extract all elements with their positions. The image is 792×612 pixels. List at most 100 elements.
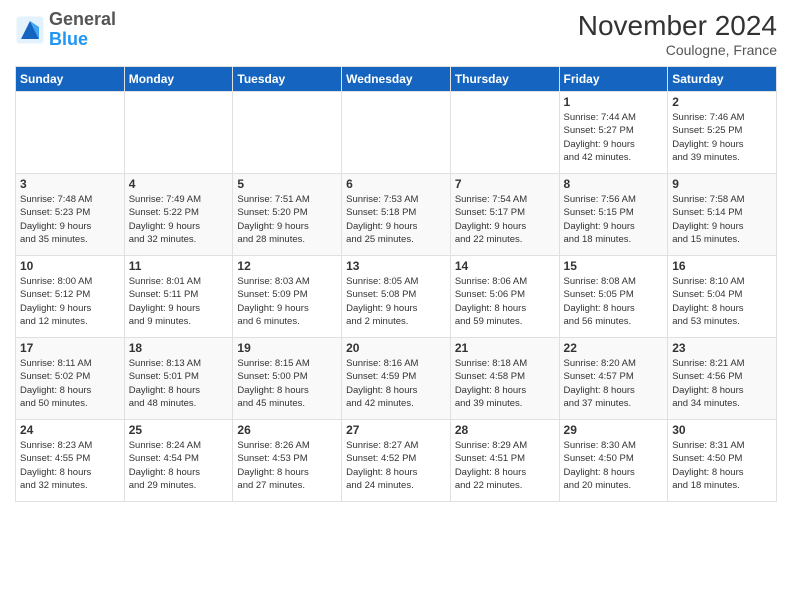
day-info: Sunrise: 8:10 AM Sunset: 5:04 PM Dayligh…: [672, 275, 772, 328]
month-title: November 2024: [578, 10, 777, 42]
day-cell-10: 10 Sunrise: 8:00 AM Sunset: 5:12 PM Dayli…: [16, 256, 125, 338]
day-number: 25: [129, 423, 229, 437]
day-info: Sunrise: 8:15 AM Sunset: 5:00 PM Dayligh…: [237, 357, 337, 410]
calendar-header-row: SundayMondayTuesdayWednesdayThursdayFrid…: [16, 67, 777, 92]
empty-cell: [342, 92, 451, 174]
day-number: 27: [346, 423, 446, 437]
day-cell-16: 16Sunrise: 8:10 AM Sunset: 5:04 PM Dayli…: [668, 256, 777, 338]
day-info: Sunrise: 8:23 AM Sunset: 4:55 PM Dayligh…: [20, 439, 120, 492]
day-cell-8: 8 Sunrise: 7:56 AM Sunset: 5:15 PM Daylig…: [559, 174, 668, 256]
weekday-header-monday: Monday: [124, 67, 233, 92]
logo-icon: [15, 15, 45, 45]
day-cell-23: 23 Sunrise: 8:21 AM Sunset: 4:56 PM Dayli…: [668, 338, 777, 420]
day-number: 24: [20, 423, 120, 437]
day-cell-12: 12Sunrise: 8:03 AM Sunset: 5:09 PM Dayli…: [233, 256, 342, 338]
day-info: Sunrise: 8:00 AM Sunset: 5:12 PM Dayligh…: [20, 275, 120, 328]
day-cell-22: 22 Sunrise: 8:20 AM Sunset: 4:57 PM Dayli…: [559, 338, 668, 420]
day-info: Sunrise: 7:54 AM Sunset: 5:17 PM Dayligh…: [455, 193, 555, 246]
day-info: Sunrise: 8:06 AM Sunset: 5:06 PM Dayligh…: [455, 275, 555, 328]
day-info: Sunrise: 8:30 AM Sunset: 4:50 PM Dayligh…: [564, 439, 664, 492]
day-number: 6: [346, 177, 446, 191]
day-number: 28: [455, 423, 555, 437]
weekday-header-saturday: Saturday: [668, 67, 777, 92]
week-row-5: 24 Sunrise: 8:23 AM Sunset: 4:55 PM Dayli…: [16, 420, 777, 502]
day-number: 18: [129, 341, 229, 355]
day-cell-24: 24 Sunrise: 8:23 AM Sunset: 4:55 PM Dayli…: [16, 420, 125, 502]
day-info: Sunrise: 8:08 AM Sunset: 5:05 PM Dayligh…: [564, 275, 664, 328]
day-cell-6: 6 Sunrise: 7:53 AM Sunset: 5:18 PM Daylig…: [342, 174, 451, 256]
day-number: 5: [237, 177, 337, 191]
day-info: Sunrise: 7:56 AM Sunset: 5:15 PM Dayligh…: [564, 193, 664, 246]
day-info: Sunrise: 7:53 AM Sunset: 5:18 PM Dayligh…: [346, 193, 446, 246]
day-cell-15: 15 Sunrise: 8:08 AM Sunset: 5:05 PM Dayli…: [559, 256, 668, 338]
day-info: Sunrise: 8:27 AM Sunset: 4:52 PM Dayligh…: [346, 439, 446, 492]
day-cell-7: 7 Sunrise: 7:54 AM Sunset: 5:17 PM Daylig…: [450, 174, 559, 256]
week-row-1: 1Sunrise: 7:44 AM Sunset: 5:27 PM Daylig…: [16, 92, 777, 174]
weekday-header-friday: Friday: [559, 67, 668, 92]
day-number: 7: [455, 177, 555, 191]
day-info: Sunrise: 8:11 AM Sunset: 5:02 PM Dayligh…: [20, 357, 120, 410]
day-cell-2: 2Sunrise: 7:46 AM Sunset: 5:25 PM Daylig…: [668, 92, 777, 174]
logo-general: General: [49, 9, 116, 29]
day-number: 11: [129, 259, 229, 273]
week-row-2: 3 Sunrise: 7:48 AM Sunset: 5:23 PM Daylig…: [16, 174, 777, 256]
day-cell-19: 19 Sunrise: 8:15 AM Sunset: 5:00 PM Dayli…: [233, 338, 342, 420]
day-number: 23: [672, 341, 772, 355]
day-number: 4: [129, 177, 229, 191]
day-number: 30: [672, 423, 772, 437]
day-info: Sunrise: 8:21 AM Sunset: 4:56 PM Dayligh…: [672, 357, 772, 410]
day-info: Sunrise: 8:29 AM Sunset: 4:51 PM Dayligh…: [455, 439, 555, 492]
day-info: Sunrise: 7:49 AM Sunset: 5:22 PM Dayligh…: [129, 193, 229, 246]
day-cell-4: 4 Sunrise: 7:49 AM Sunset: 5:22 PM Daylig…: [124, 174, 233, 256]
day-cell-29: 29 Sunrise: 8:30 AM Sunset: 4:50 PM Dayli…: [559, 420, 668, 502]
day-cell-14: 14 Sunrise: 8:06 AM Sunset: 5:06 PM Dayli…: [450, 256, 559, 338]
day-cell-25: 25 Sunrise: 8:24 AM Sunset: 4:54 PM Dayli…: [124, 420, 233, 502]
day-number: 9: [672, 177, 772, 191]
day-info: Sunrise: 8:24 AM Sunset: 4:54 PM Dayligh…: [129, 439, 229, 492]
day-cell-30: 30Sunrise: 8:31 AM Sunset: 4:50 PM Dayli…: [668, 420, 777, 502]
title-block: November 2024 Coulogne, France: [578, 10, 777, 58]
day-info: Sunrise: 8:26 AM Sunset: 4:53 PM Dayligh…: [237, 439, 337, 492]
day-number: 1: [564, 95, 664, 109]
day-cell-1: 1Sunrise: 7:44 AM Sunset: 5:27 PM Daylig…: [559, 92, 668, 174]
main-container: General Blue November 2024 Coulogne, Fra…: [0, 0, 792, 512]
day-cell-3: 3 Sunrise: 7:48 AM Sunset: 5:23 PM Daylig…: [16, 174, 125, 256]
empty-cell: [16, 92, 125, 174]
day-cell-28: 28 Sunrise: 8:29 AM Sunset: 4:51 PM Dayli…: [450, 420, 559, 502]
day-info: Sunrise: 8:05 AM Sunset: 5:08 PM Dayligh…: [346, 275, 446, 328]
location: Coulogne, France: [578, 42, 777, 58]
day-number: 8: [564, 177, 664, 191]
day-cell-17: 17 Sunrise: 8:11 AM Sunset: 5:02 PM Dayli…: [16, 338, 125, 420]
day-number: 22: [564, 341, 664, 355]
day-number: 26: [237, 423, 337, 437]
day-number: 17: [20, 341, 120, 355]
week-row-3: 10 Sunrise: 8:00 AM Sunset: 5:12 PM Dayli…: [16, 256, 777, 338]
day-info: Sunrise: 8:01 AM Sunset: 5:11 PM Dayligh…: [129, 275, 229, 328]
day-cell-20: 20Sunrise: 8:16 AM Sunset: 4:59 PM Dayli…: [342, 338, 451, 420]
day-number: 29: [564, 423, 664, 437]
day-info: Sunrise: 8:16 AM Sunset: 4:59 PM Dayligh…: [346, 357, 446, 410]
day-info: Sunrise: 8:20 AM Sunset: 4:57 PM Dayligh…: [564, 357, 664, 410]
day-number: 2: [672, 95, 772, 109]
logo: General Blue: [15, 10, 116, 50]
day-info: Sunrise: 8:18 AM Sunset: 4:58 PM Dayligh…: [455, 357, 555, 410]
week-row-4: 17 Sunrise: 8:11 AM Sunset: 5:02 PM Dayli…: [16, 338, 777, 420]
empty-cell: [450, 92, 559, 174]
day-number: 12: [237, 259, 337, 273]
weekday-header-wednesday: Wednesday: [342, 67, 451, 92]
day-info: Sunrise: 7:51 AM Sunset: 5:20 PM Dayligh…: [237, 193, 337, 246]
day-number: 3: [20, 177, 120, 191]
page-header: General Blue November 2024 Coulogne, Fra…: [15, 10, 777, 58]
day-cell-21: 21Sunrise: 8:18 AM Sunset: 4:58 PM Dayli…: [450, 338, 559, 420]
day-number: 10: [20, 259, 120, 273]
day-cell-26: 26 Sunrise: 8:26 AM Sunset: 4:53 PM Dayli…: [233, 420, 342, 502]
day-number: 15: [564, 259, 664, 273]
weekday-header-sunday: Sunday: [16, 67, 125, 92]
day-number: 19: [237, 341, 337, 355]
empty-cell: [233, 92, 342, 174]
day-number: 14: [455, 259, 555, 273]
day-cell-27: 27 Sunrise: 8:27 AM Sunset: 4:52 PM Dayli…: [342, 420, 451, 502]
day-info: Sunrise: 7:48 AM Sunset: 5:23 PM Dayligh…: [20, 193, 120, 246]
day-cell-18: 18Sunrise: 8:13 AM Sunset: 5:01 PM Dayli…: [124, 338, 233, 420]
logo-blue: Blue: [49, 29, 88, 49]
